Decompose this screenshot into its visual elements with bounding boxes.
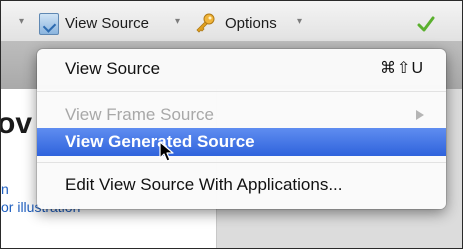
toolbar: ▾ View Source ▾ Options ▾ (1, 1, 462, 41)
key-options-icon[interactable] (194, 12, 216, 34)
checkmark-icon (417, 16, 435, 32)
menu-item-label: View Frame Source (65, 105, 214, 124)
menu-item-label: Edit View Source With Applications... (65, 175, 343, 194)
menu-item-view-frame-source[interactable]: View Frame Source (37, 101, 446, 129)
submenu-arrow-icon (416, 110, 424, 120)
menu-separator (37, 91, 446, 92)
view-source-document-icon[interactable] (39, 13, 59, 35)
view-source-toolbar-button[interactable]: View Source (65, 15, 149, 32)
menu-separator (37, 162, 446, 163)
browser-window: ▾ View Source ▾ Options ▾ ov n or illust… (0, 0, 463, 249)
keyboard-shortcut: ⌘⇧U (380, 60, 424, 77)
background-heading-fragment: ov (0, 107, 33, 140)
background-link-fragment[interactable]: n (1, 181, 9, 197)
view-source-dropdown-arrow[interactable]: ▾ (175, 16, 180, 27)
menu-item-edit-view-source-with-applications[interactable]: Edit View Source With Applications... (37, 171, 446, 199)
options-dropdown-arrow[interactable]: ▾ (297, 16, 302, 27)
toolbar-dropdown-arrow[interactable]: ▾ (19, 16, 24, 27)
mouse-pointer-icon (159, 141, 174, 162)
menu-item-view-generated-source[interactable]: View Generated Source (37, 128, 446, 156)
options-toolbar-button[interactable]: Options (225, 15, 277, 32)
menu-item-label: View Source (65, 59, 161, 78)
view-source-dropdown-menu: View Source ⌘⇧U View Frame Source View G… (37, 49, 446, 209)
menu-item-view-source[interactable]: View Source ⌘⇧U (37, 55, 446, 83)
